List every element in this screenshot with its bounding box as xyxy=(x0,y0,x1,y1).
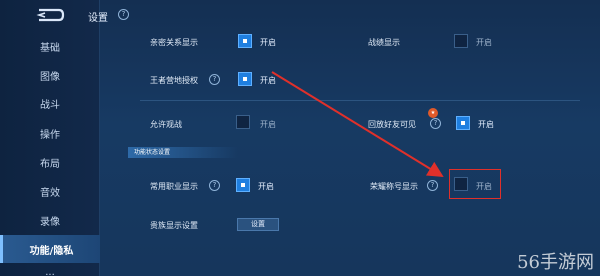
watermark: 56手游网 xyxy=(517,252,594,273)
annotation-arrow xyxy=(271,71,444,178)
